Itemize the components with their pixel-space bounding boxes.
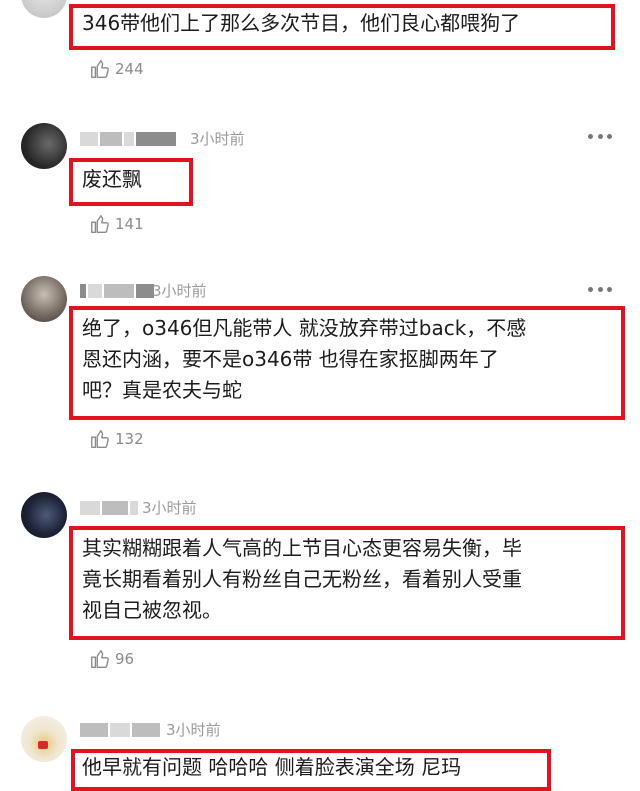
comment-time: 3小时前	[142, 499, 197, 517]
avatar[interactable]	[21, 276, 67, 322]
like-count: 141	[115, 215, 144, 233]
thumbs-up-icon	[91, 650, 109, 668]
thumbs-up-icon	[91, 430, 109, 448]
more-dots-icon[interactable]	[588, 287, 612, 295]
avatar[interactable]	[21, 0, 67, 18]
like-button[interactable]: 244	[89, 57, 144, 81]
like-count: 96	[115, 650, 135, 668]
username-blurred[interactable]	[80, 722, 160, 738]
comment-text: 绝了，o346但凡能带人 就没放弃带过back，不感 恩还内涵，要不是o346带…	[82, 316, 527, 402]
more-dots-icon[interactable]	[588, 134, 612, 142]
like-count: 132	[115, 430, 144, 448]
username-blurred[interactable]	[80, 131, 176, 147]
avatar[interactable]	[21, 716, 67, 762]
username-blurred[interactable]	[80, 500, 138, 516]
avatar[interactable]	[21, 492, 67, 538]
like-button[interactable]: 132	[89, 427, 144, 451]
comment-time: 3小时前	[190, 130, 245, 148]
comment-time: 3小时前	[152, 282, 207, 300]
like-count: 244	[115, 60, 144, 78]
comment-text: 废还飘	[82, 167, 142, 191]
thumbs-up-icon	[91, 215, 109, 233]
comment-text: 其实糊糊跟着人气高的上节目心态更容易失衡，毕 竟长期看着别人有粉丝自己无粉丝，看…	[82, 536, 522, 622]
like-button[interactable]: 96	[89, 647, 134, 671]
username-blurred[interactable]	[80, 283, 154, 299]
like-button[interactable]: 141	[89, 212, 144, 236]
avatar[interactable]	[21, 123, 67, 169]
thumbs-up-icon	[91, 60, 109, 78]
comment-text: 346带他们上了那么多次节目，他们良心都喂狗了	[82, 11, 521, 35]
avatar-badge-icon	[38, 741, 48, 749]
comment-time: 3小时前	[166, 721, 221, 739]
comment-text: 他早就有问题 哈哈哈 侧着脸表演全场 尼玛	[82, 755, 462, 779]
